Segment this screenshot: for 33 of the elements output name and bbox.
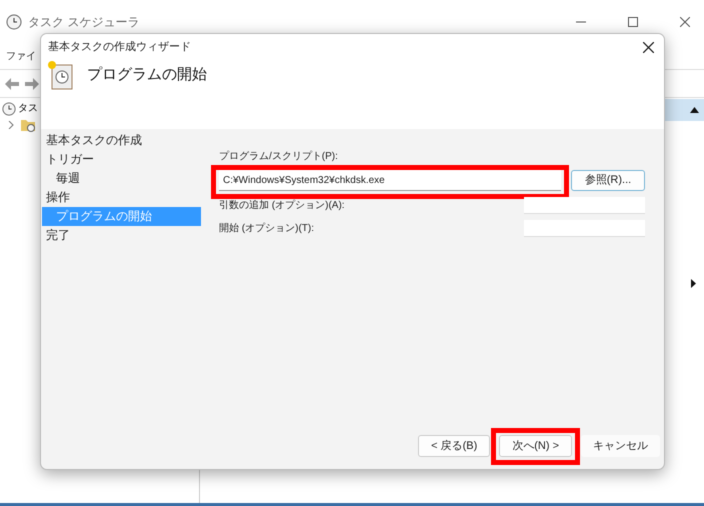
back-arrow-icon[interactable]	[4, 76, 20, 90]
input-field[interactable]	[524, 220, 645, 237]
collapse-icon[interactable]	[690, 107, 699, 113]
wizard-step: 毎週	[42, 169, 201, 188]
dialog-title: 基本タスクの作成ウィザード	[48, 40, 191, 55]
wizard-step: プログラムの開始	[42, 207, 201, 226]
field-label: 引数の追加 (オプション)(A):	[219, 198, 346, 213]
wizard-step: トリガー	[42, 150, 201, 169]
wizard-step: 基本タスクの作成	[42, 131, 201, 150]
wizard-heading: プログラムの開始	[87, 64, 207, 85]
wizard-step: 完了	[42, 226, 201, 245]
chevron-icon[interactable]	[8, 121, 14, 129]
wizard-button[interactable]: < 戻る(B)	[418, 435, 490, 458]
field-label: プログラム/スクリプト(P):	[219, 150, 338, 164]
scheduled-clock-icon	[47, 60, 73, 90]
forward-arrow-icon[interactable]	[24, 76, 40, 90]
program-path-field[interactable]: C:¥Windows¥System32¥chkdsk.exe	[219, 170, 561, 191]
maximize-icon[interactable]	[628, 17, 638, 27]
close-icon[interactable]	[643, 42, 654, 52]
folder-icon	[20, 118, 36, 132]
field-label: 開始 (オプション)(T):	[219, 222, 315, 236]
wizard-button[interactable]: キャンセル	[581, 435, 660, 458]
panel-header[interactable]	[664, 99, 704, 121]
expand-icon[interactable]	[691, 279, 696, 288]
tree-item[interactable]: タス	[18, 101, 38, 116]
menu-item[interactable]: ファイ	[6, 49, 36, 64]
input-field[interactable]	[524, 197, 645, 214]
wizard-step: 操作	[42, 188, 201, 207]
browse-button[interactable]: 参照(R)...	[571, 170, 645, 191]
clock-icon	[6, 14, 22, 30]
window-title: タスク スケジューラ	[28, 14, 140, 31]
wizard-button[interactable]: 次へ(N) >	[499, 435, 572, 458]
close-icon[interactable]	[680, 17, 690, 27]
